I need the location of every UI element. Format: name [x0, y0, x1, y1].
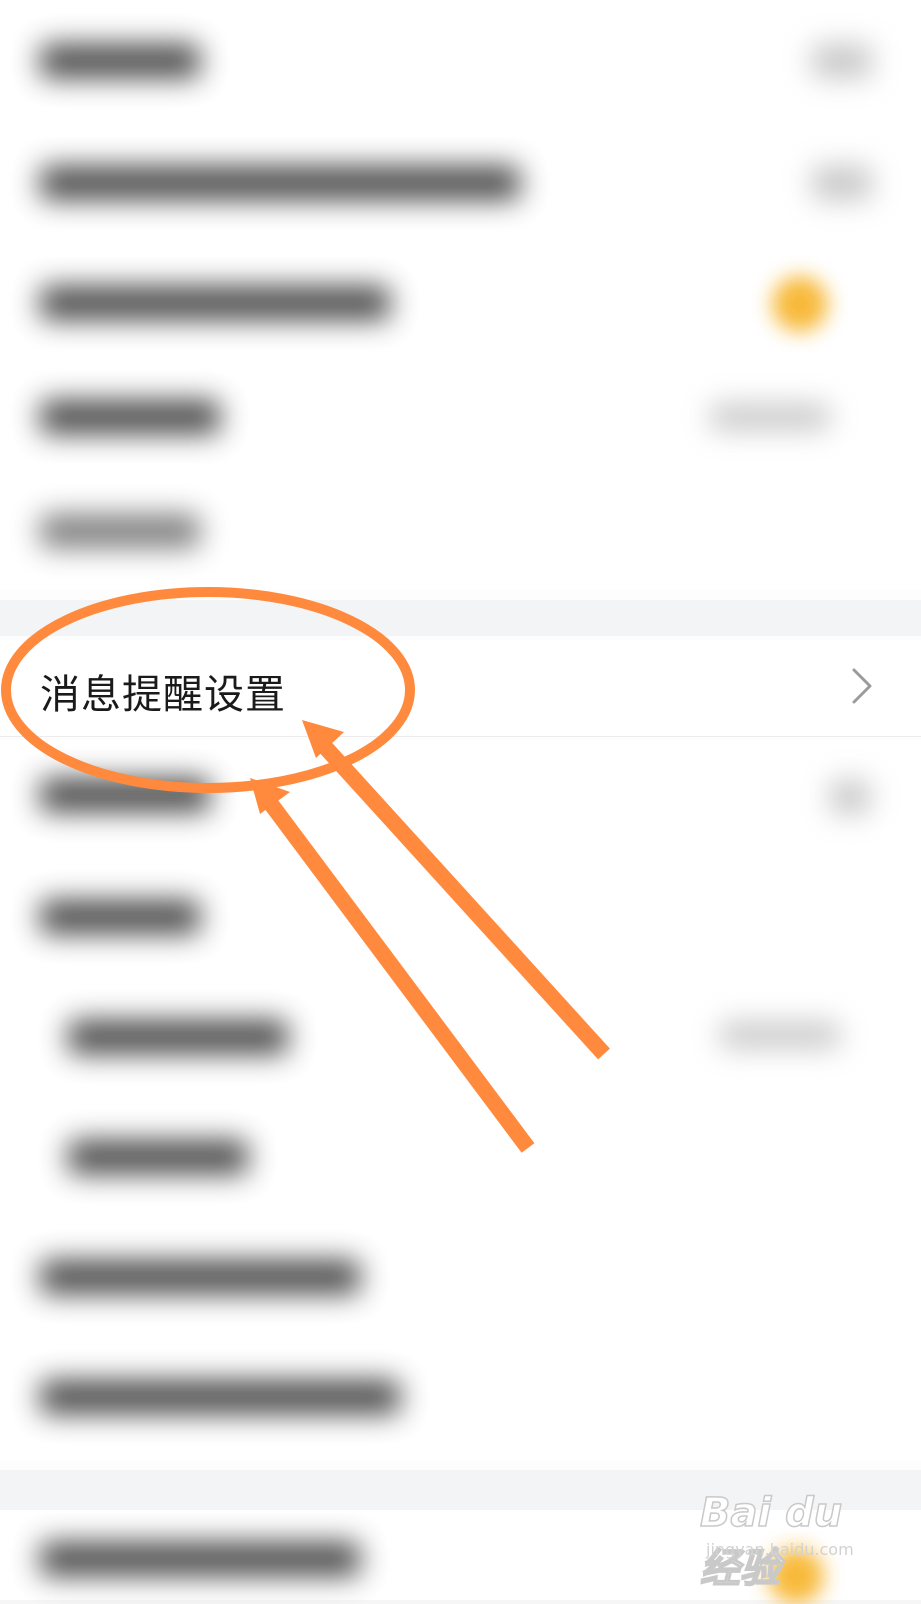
row-label: 消息提醒设置 [40, 672, 286, 718]
blurred-settings-row[interactable] [0, 1220, 921, 1340]
message-reminder-settings-row[interactable]: 消息提醒设置 [0, 640, 921, 737]
blurred-settings-row[interactable] [0, 860, 921, 980]
settings-screen: 消息提醒设置 [0, 0, 921, 1604]
watermark-url: jingyan.baidu.com [706, 1540, 854, 1559]
blurred-settings-subrow[interactable] [0, 1100, 921, 1220]
blurred-settings-row[interactable] [0, 360, 921, 480]
baidu-jingyan-watermark: Bai du 经验 jingyan.baidu.com [699, 1489, 880, 1593]
blurred-settings-row[interactable] [0, 740, 921, 860]
blurred-settings-row[interactable] [0, 480, 921, 590]
chevron-right-icon [852, 668, 872, 704]
toggle-indicator[interactable] [772, 276, 828, 332]
blurred-settings-subrow[interactable] [0, 980, 921, 1100]
section-divider [0, 600, 921, 636]
blurred-toggle-row[interactable] [0, 240, 921, 360]
blurred-settings-row[interactable] [0, 1340, 921, 1460]
blurred-settings-row[interactable] [0, 120, 921, 240]
blurred-settings-row[interactable] [0, 0, 921, 120]
